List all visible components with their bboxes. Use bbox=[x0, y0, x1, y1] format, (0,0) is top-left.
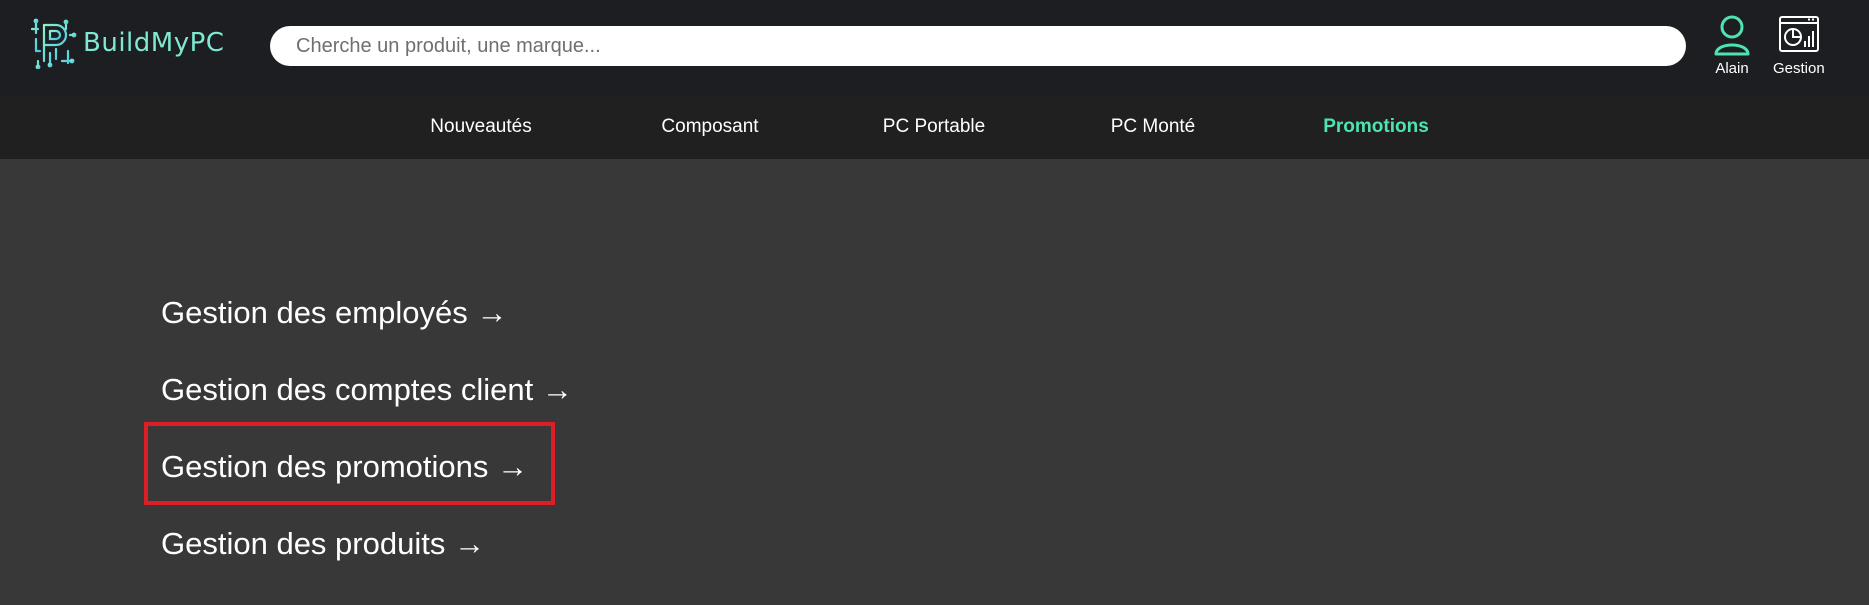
gestion-button[interactable]: Gestion bbox=[1773, 14, 1825, 77]
brand-logo[interactable]: BuildMyPC bbox=[28, 17, 224, 69]
nav-item-composant[interactable]: Composant bbox=[661, 95, 758, 159]
link-gestion-produits[interactable]: Gestion des produits → bbox=[161, 516, 573, 593]
brand-name: BuildMyPC bbox=[83, 28, 225, 58]
nav-item-pc-portable[interactable]: PC Portable bbox=[883, 95, 985, 159]
main-nav: Nouveautés Composant PC Portable PC Mont… bbox=[0, 95, 1869, 159]
nav-item-pc-monte[interactable]: PC Monté bbox=[1111, 95, 1195, 159]
gestion-label: Gestion bbox=[1773, 60, 1825, 77]
circuit-logo-icon bbox=[30, 18, 77, 69]
user-account-button[interactable]: Alain bbox=[1713, 14, 1751, 77]
management-menu: Gestion des employés → Gestion des compt… bbox=[161, 285, 573, 593]
top-bar: BuildMyPC Alain bbox=[0, 0, 1869, 95]
user-icon bbox=[1714, 15, 1750, 56]
link-gestion-employes[interactable]: Gestion des employés → bbox=[161, 285, 573, 362]
dashboard-icon bbox=[1778, 16, 1819, 52]
user-name-label: Alain bbox=[1715, 60, 1749, 77]
search-input[interactable] bbox=[270, 26, 1686, 66]
link-gestion-comptes-client[interactable]: Gestion des comptes client → bbox=[161, 362, 573, 439]
nav-item-nouveautes[interactable]: Nouveautés bbox=[430, 95, 531, 159]
link-gestion-promotions[interactable]: Gestion des promotions → bbox=[161, 439, 573, 516]
nav-item-promotions[interactable]: Promotions bbox=[1323, 95, 1429, 159]
